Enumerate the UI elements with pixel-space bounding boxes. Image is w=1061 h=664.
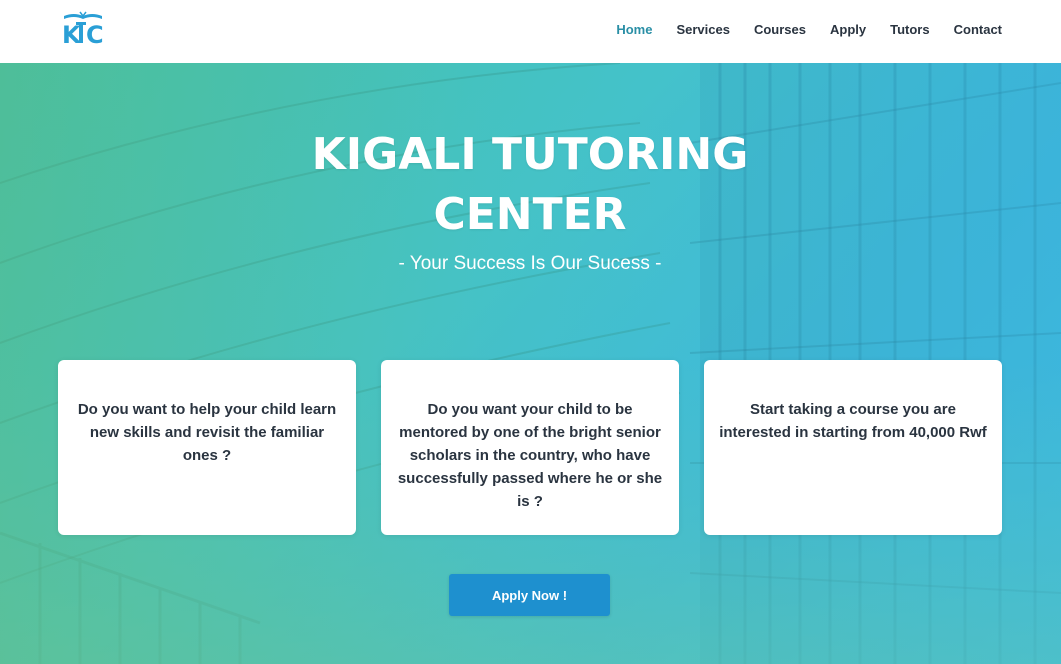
apply-now-button[interactable]: Apply Now !	[449, 574, 610, 616]
nav-courses[interactable]: Courses	[754, 22, 806, 37]
info-card-text: Do you want your child to be mentored by…	[397, 401, 663, 510]
nav-apply[interactable]: Apply	[830, 22, 866, 37]
svg-text:C: C	[86, 21, 104, 46]
info-card-text: Do you want to help your child learn new…	[77, 401, 337, 464]
hero-subtitle: - Your Success Is Our Sucess -	[398, 253, 662, 274]
info-card-text: Start taking a course you are interested…	[719, 401, 987, 441]
hero-title-line2: CENTER	[433, 189, 627, 240]
info-card: Do you want your child to be mentored by…	[381, 360, 679, 535]
info-card: Do you want to help your child learn new…	[58, 360, 356, 535]
info-card: Start taking a course you are interested…	[704, 360, 1002, 535]
hero-section: KIGALI TUTORING CENTER - Your Success Is…	[0, 63, 1061, 664]
hero-title: KIGALI TUTORING CENTER	[230, 125, 830, 245]
nav-services[interactable]: Services	[676, 22, 730, 37]
site-header: K C Home Services Courses Apply Tutors C…	[0, 0, 1061, 63]
ktc-logo[interactable]: K C	[58, 10, 108, 49]
main-nav: Home Services Courses Apply Tutors Conta…	[592, 0, 1002, 58]
nav-home[interactable]: Home	[616, 22, 652, 37]
nav-contact[interactable]: Contact	[954, 22, 1002, 37]
hero-title-line1: KIGALI TUTORING	[311, 129, 749, 180]
nav-tutors[interactable]: Tutors	[890, 22, 929, 37]
book-logo-icon: K C	[62, 11, 104, 49]
